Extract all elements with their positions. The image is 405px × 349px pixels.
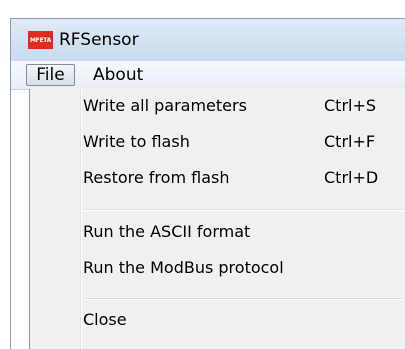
- menu-item-label: Write to flash: [83, 132, 190, 151]
- menu-item-shortcut: Ctrl+S: [324, 96, 377, 115]
- menu-item-shortcut: Ctrl+D: [324, 168, 379, 187]
- menu-item-label: Write all parameters: [83, 96, 247, 115]
- menu-item-label: Run the ASCII format: [83, 222, 251, 241]
- menu-file[interactable]: File: [26, 64, 75, 86]
- menu-item-run-modbus-protocol[interactable]: Run the ModBus protocol: [30, 253, 405, 283]
- menu-item-label: Close: [83, 310, 127, 329]
- file-dropdown-menu: Write all parameters Ctrl+S Write to fla…: [29, 89, 405, 349]
- menu-item-label: Restore from flash: [83, 168, 230, 187]
- app-logo-icon: MFETA: [28, 31, 53, 49]
- window-title: RFSensor: [59, 30, 139, 50]
- menu-item-write-to-flash[interactable]: Write to flash Ctrl+F: [30, 127, 405, 157]
- menu-item-label: Run the ModBus protocol: [83, 258, 284, 277]
- title-bar[interactable]: MFETA RFSensor: [11, 19, 405, 61]
- menu-item-write-all-parameters[interactable]: Write all parameters Ctrl+S: [30, 91, 405, 121]
- menu-item-run-ascii-format[interactable]: Run the ASCII format: [30, 217, 405, 247]
- menu-separator: [84, 298, 404, 300]
- menu-bar: File About: [11, 61, 405, 90]
- menu-separator: [84, 209, 404, 211]
- menu-item-restore-from-flash[interactable]: Restore from flash Ctrl+D: [30, 163, 405, 193]
- app-window: MFETA RFSensor File About Write all para…: [10, 18, 405, 349]
- menu-item-close[interactable]: Close: [30, 305, 405, 335]
- menu-item-shortcut: Ctrl+F: [324, 132, 376, 151]
- menu-about[interactable]: About: [93, 64, 143, 86]
